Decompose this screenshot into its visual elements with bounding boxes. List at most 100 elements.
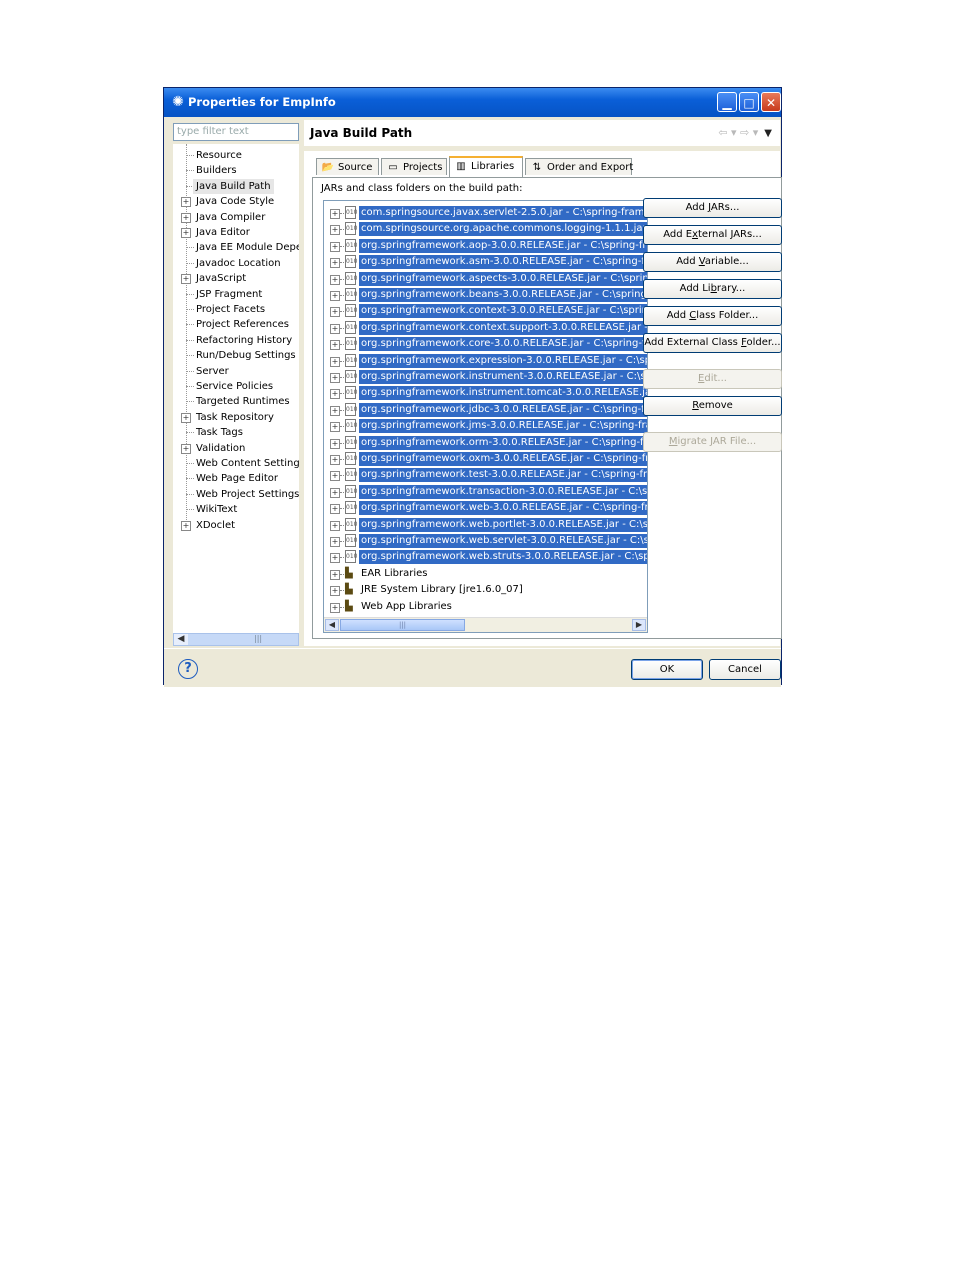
scroll-right-icon[interactable]: ▶ xyxy=(632,619,646,631)
expand-icon[interactable]: + xyxy=(330,323,340,334)
build-path-entry-label: org.springframework.jms-3.0.0.RELEASE.ja… xyxy=(359,419,648,434)
expand-icon[interactable]: + xyxy=(330,258,340,269)
expand-icon[interactable]: + xyxy=(330,225,340,236)
expand-icon[interactable]: + xyxy=(181,412,191,423)
build-path-entry[interactable]: +010 org.springframework.test-3.0.0.RELEA… xyxy=(324,467,647,483)
expand-icon[interactable]: + xyxy=(330,471,340,482)
tab-libraries[interactable]: ▥ Libraries xyxy=(449,156,523,177)
expand-icon[interactable]: + xyxy=(181,274,191,285)
scroll-left-arrow-icon[interactable]: ◀ xyxy=(174,634,188,645)
build-path-entry[interactable]: +010 org.springframework.context.support-… xyxy=(324,320,647,336)
scroll-thumb[interactable]: ||| xyxy=(340,619,465,631)
expand-icon[interactable]: + xyxy=(330,373,340,383)
expand-icon[interactable]: + xyxy=(330,340,340,351)
add-class-folder-button[interactable]: Add Class Folder... xyxy=(643,306,782,326)
library-icon: ▙ xyxy=(345,600,353,612)
build-path-entry[interactable]: +010 org.springframework.orm-3.0.0.RELEAS… xyxy=(324,435,647,451)
expand-icon[interactable]: + xyxy=(330,274,340,285)
expand-icon[interactable]: + xyxy=(330,487,340,498)
back-forward-arrows-icon[interactable]: ⇦ ▾ ⇨ ▾ xyxy=(718,126,758,139)
expand-icon[interactable]: + xyxy=(330,537,340,547)
tree-connector xyxy=(186,401,194,403)
expand-icon[interactable]: + xyxy=(330,209,340,219)
expand-icon[interactable]: + xyxy=(181,520,191,531)
build-path-entry[interactable]: +010 org.springframework.context-3.0.0.RE… xyxy=(324,303,647,319)
expand-icon[interactable]: + xyxy=(330,422,340,433)
properties-dialog: ✺ Properties for EmpInfo ▁ □ ✕ type filt… xyxy=(163,87,782,687)
build-path-entry[interactable]: +010 org.springframework.beans-3.0.0.RELE… xyxy=(324,287,647,303)
expand-icon[interactable]: + xyxy=(330,307,340,318)
build-path-entry-label: Web App Libraries xyxy=(361,600,452,612)
expand-icon[interactable]: + xyxy=(330,356,340,367)
build-path-entries[interactable]: +010 com.springsource.javax.servlet-2.5.0… xyxy=(323,200,648,633)
library-icon: ▙ xyxy=(345,567,353,579)
tab-projects[interactable]: ▭ Projects xyxy=(381,158,447,175)
expand-icon[interactable]: + xyxy=(330,455,340,465)
remove-button[interactable]: Remove xyxy=(643,396,782,416)
button-label-part: Add E xyxy=(663,229,693,240)
build-path-entry[interactable]: +010 com.springsource.javax.servlet-2.5.0… xyxy=(324,205,647,221)
migrate-jar-file-button[interactable]: Migrate JAR File... xyxy=(643,432,782,452)
help-icon[interactable]: ? xyxy=(178,659,198,679)
build-path-entry[interactable]: +010 org.springframework.instrument-3.0.0… xyxy=(324,369,647,385)
build-path-entry[interactable]: +010 org.springframework.web.servlet-3.0.… xyxy=(324,533,647,549)
history-nav[interactable]: ⇦ ▾ ⇨ ▾ ▼ xyxy=(718,126,772,139)
build-path-entry[interactable]: + ▙ JRE System Library [jre1.6.0_07] xyxy=(324,582,647,598)
ok-button[interactable]: OK xyxy=(631,659,703,680)
tab-source[interactable]: 📂 Source xyxy=(316,158,379,175)
tab-order-export[interactable]: ⇅ Order and Export xyxy=(525,158,633,175)
view-menu-icon[interactable]: ▼ xyxy=(764,128,772,139)
sidebar-horizontal-scrollbar[interactable]: ◀ ||| xyxy=(173,633,299,646)
build-path-entry[interactable]: +010 org.springframework.web.portlet-3.0.… xyxy=(324,517,647,533)
build-path-entry[interactable]: +010 org.springframework.oxm-3.0.0.RELEAS… xyxy=(324,451,647,467)
build-path-entry[interactable]: + ▙ EAR Libraries xyxy=(324,566,647,582)
build-path-entry[interactable]: +010 com.springsource.org.apache.commons.… xyxy=(324,221,647,237)
button-label-part: dit... xyxy=(704,373,727,384)
cancel-button[interactable]: Cancel xyxy=(709,659,781,680)
build-path-entry[interactable]: +010 org.springframework.transaction-3.0.… xyxy=(324,484,647,500)
scroll-left-icon[interactable]: ◀ xyxy=(325,619,339,631)
add-jars-button[interactable]: Add JARs... xyxy=(643,198,782,218)
build-path-entry[interactable]: +010 org.springframework.expression-3.0.0… xyxy=(324,353,647,369)
jar-file-icon: 010 xyxy=(345,534,357,547)
add-external-jars-button[interactable]: Add External JARs... xyxy=(643,225,782,245)
expand-icon[interactable]: + xyxy=(330,520,340,531)
expand-icon[interactable]: + xyxy=(181,197,191,208)
title-bar[interactable]: ✺ Properties for EmpInfo ▁ □ ✕ xyxy=(164,88,781,117)
build-path-entry[interactable]: + ▙ Web App Libraries xyxy=(324,599,647,615)
expand-icon[interactable]: + xyxy=(181,443,191,454)
expand-icon[interactable]: + xyxy=(330,438,340,449)
expand-icon[interactable]: + xyxy=(330,553,340,564)
expand-icon[interactable]: + xyxy=(330,504,340,515)
build-path-entry[interactable]: +010 org.springframework.aop-3.0.0.RELEAS… xyxy=(324,238,647,254)
expand-icon[interactable]: + xyxy=(330,405,340,416)
edit-button[interactable]: Edit... xyxy=(643,369,782,389)
build-path-entry[interactable]: +010 org.springframework.jms-3.0.0.RELEAS… xyxy=(324,418,647,434)
build-path-entry[interactable]: +010 org.springframework.jdbc-3.0.0.RELEA… xyxy=(324,402,647,418)
expand-icon[interactable]: + xyxy=(330,389,340,400)
expand-icon[interactable]: + xyxy=(181,212,191,223)
pane-splitter[interactable] xyxy=(300,121,303,646)
build-path-entry[interactable]: +010 org.springframework.core-3.0.0.RELEA… xyxy=(324,336,647,352)
build-path-entry[interactable]: +010 org.springframework.web.struts-3.0.0… xyxy=(324,549,647,565)
expand-icon[interactable]: + xyxy=(181,228,191,238)
close-button[interactable]: ✕ xyxy=(761,92,781,112)
expand-icon[interactable]: + xyxy=(330,241,340,252)
tree-connector xyxy=(340,475,344,477)
add-external-class-folder-button[interactable]: Add External Class Folder... xyxy=(643,333,782,353)
jar-file-icon: 010 xyxy=(345,337,357,351)
list-horizontal-scrollbar[interactable]: ◀ ||| ▶ xyxy=(324,617,647,632)
build-path-entry[interactable]: +010 org.springframework.asm-3.0.0.RELEAS… xyxy=(324,254,647,270)
build-path-entry[interactable]: +010 org.springframework.web-3.0.0.RELEAS… xyxy=(324,500,647,516)
build-path-entry[interactable]: +010 org.springframework.aspects-3.0.0.RE… xyxy=(324,271,647,287)
expand-icon[interactable]: + xyxy=(330,586,340,597)
filter-input[interactable]: type filter text xyxy=(173,123,299,141)
add-variable-button[interactable]: Add Variable... xyxy=(643,252,782,272)
expand-icon[interactable]: + xyxy=(330,569,340,580)
expand-icon[interactable]: + xyxy=(330,602,340,613)
minimize-button[interactable]: ▁ xyxy=(717,92,737,112)
expand-icon[interactable]: + xyxy=(330,291,340,301)
add-library-button[interactable]: Add Library... xyxy=(643,279,782,299)
build-path-entry[interactable]: +010 org.springframework.instrument.tomca… xyxy=(324,385,647,401)
maximize-button[interactable]: □ xyxy=(739,92,759,112)
